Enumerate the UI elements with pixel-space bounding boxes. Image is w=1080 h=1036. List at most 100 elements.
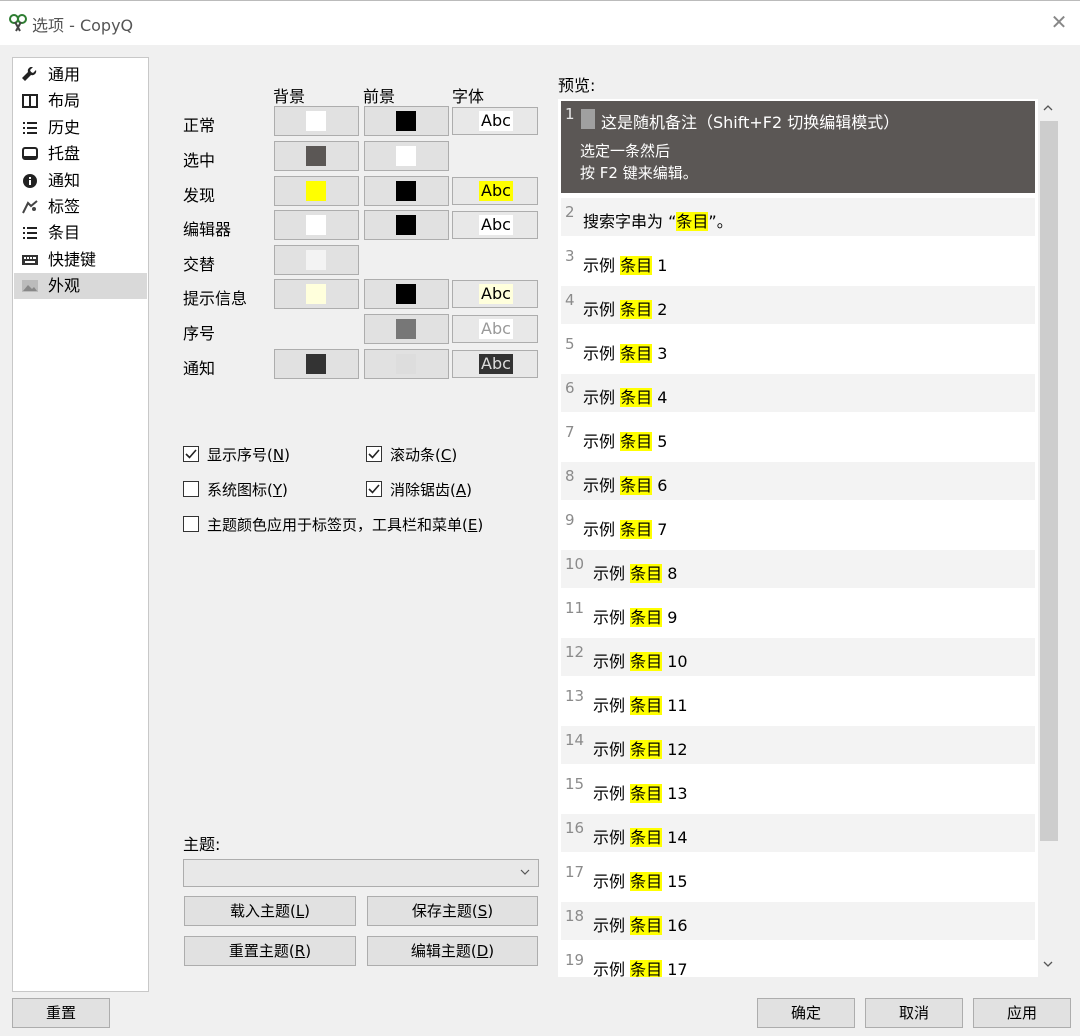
load-theme-button[interactable]: 载入主题(L) — [184, 896, 356, 926]
font-sample: Abc — [479, 215, 513, 235]
checkbox-label: 消除锯齿( — [390, 481, 456, 499]
item-text: 示例 条目 13 — [593, 780, 688, 804]
item-index: 16 — [667, 916, 688, 935]
font-button[interactable]: Abc — [452, 315, 538, 343]
background-color-button[interactable] — [274, 141, 359, 171]
font-button[interactable]: Abc — [452, 211, 538, 239]
text-prefix: 示例 — [593, 652, 626, 671]
font-button[interactable]: Abc — [452, 107, 538, 135]
item-number: 12 — [565, 643, 585, 661]
preview-selected-item[interactable]: 1 这是随机备注（Shift+F2 切换编辑模式） 选定一条然后 按 F2 键来… — [561, 101, 1035, 193]
mnemonic-key: S — [477, 902, 488, 920]
sidebar-item-notification[interactable]: 通知 — [14, 168, 147, 194]
sidebar-item-items[interactable]: 条目 — [14, 220, 147, 246]
foreground-color-button[interactable] — [364, 210, 449, 240]
font-button[interactable]: Abc — [452, 350, 538, 378]
color-swatch — [306, 250, 326, 270]
preview-list-item[interactable]: 10 示例 条目 8 — [561, 550, 1035, 588]
font-button[interactable]: Abc — [452, 280, 538, 308]
preview-list-item[interactable]: 4 示例 条目 2 — [561, 286, 1035, 324]
background-color-button[interactable] — [274, 245, 359, 275]
preview-list-item[interactable]: 13 示例 条目 11 — [561, 682, 1035, 720]
preview-list[interactable]: 1 这是随机备注（Shift+F2 切换编辑模式） 选定一条然后 按 F2 键来… — [558, 99, 1060, 977]
foreground-color-button[interactable] — [364, 349, 449, 379]
color-row-label: 交替 — [183, 255, 216, 274]
preview-scrollbar[interactable] — [1038, 99, 1060, 977]
item-text: 示例 条目 12 — [593, 736, 688, 760]
color-swatch — [306, 215, 326, 235]
list-icon — [23, 122, 37, 134]
column-header-foreground: 前景 — [363, 87, 396, 106]
preview-list-item[interactable]: 11 示例 条目 9 — [561, 594, 1035, 632]
checkbox-box[interactable] — [183, 446, 199, 462]
scrollbar-thumb[interactable] — [1040, 121, 1058, 841]
foreground-color-button[interactable] — [364, 141, 449, 171]
item-number: 14 — [565, 731, 585, 749]
item-index: 4 — [657, 388, 668, 407]
chevron-down-icon[interactable] — [1042, 959, 1054, 969]
theme-select[interactable] — [183, 859, 539, 887]
preview-list-item[interactable]: 5 示例 条目 3 — [561, 330, 1035, 368]
sidebar-item-label: 标签 — [48, 197, 81, 216]
text-suffix: ”。 — [708, 212, 733, 231]
sidebar-item-appearance[interactable]: 外观 — [14, 273, 147, 299]
sidebar-item-layout[interactable]: 布局 — [14, 88, 147, 114]
font-button[interactable]: Abc — [452, 177, 538, 205]
sidebar-item-label: 通知 — [48, 171, 81, 190]
close-icon[interactable]: ✕ — [1046, 9, 1072, 35]
preview-list-item[interactable]: 16 示例 条目 14 — [561, 814, 1035, 852]
preview-list-item[interactable]: 15 示例 条目 13 — [561, 770, 1035, 808]
item-number: 18 — [565, 907, 585, 925]
background-color-button[interactable] — [274, 210, 359, 240]
sidebar-item-tags[interactable]: 标签 — [14, 194, 147, 220]
edit-theme-button[interactable]: 编辑主题(D) — [367, 936, 538, 966]
theme-label: 主题: — [183, 835, 221, 854]
preview-list-item[interactable]: 19 示例 条目 17 — [561, 946, 1035, 977]
sidebar-item-shortcuts[interactable]: 快捷键 — [14, 247, 147, 273]
checkbox-box[interactable] — [366, 446, 382, 462]
checkbox-box[interactable] — [183, 481, 199, 497]
preview-list-item[interactable]: 9 示例 条目 7 — [561, 506, 1035, 544]
preview-list-item[interactable]: 14 示例 条目 12 — [561, 726, 1035, 764]
sidebar-item-general[interactable]: 通用 — [14, 62, 147, 88]
background-color-button[interactable] — [274, 106, 359, 136]
checkbox-box[interactable] — [366, 481, 382, 497]
preview-list-item[interactable]: 8 示例 条目 6 — [561, 462, 1035, 500]
preview-list-item[interactable]: 12 示例 条目 10 — [561, 638, 1035, 676]
ok-button[interactable]: 确定 — [757, 998, 855, 1028]
font-sample: Abc — [479, 284, 513, 304]
button-label: 编辑主题( — [410, 942, 477, 960]
foreground-color-button[interactable] — [364, 106, 449, 136]
item-text: 搜索字串为 “条目”。 — [583, 208, 733, 232]
chevron-up-icon[interactable] — [1042, 103, 1054, 113]
foreground-color-button[interactable] — [364, 314, 449, 344]
preview-list-item[interactable]: 3 示例 条目 1 — [561, 242, 1035, 280]
search-highlight: 条目 — [630, 828, 663, 847]
preview-search-item[interactable]: 2 搜索字串为 “条目”。 — [561, 198, 1035, 236]
checkbox-box[interactable] — [183, 516, 199, 532]
cancel-button[interactable]: 取消 — [865, 998, 963, 1028]
background-color-button[interactable] — [274, 176, 359, 206]
preview-list-item[interactable]: 17 示例 条目 15 — [561, 858, 1035, 896]
preview-list-item[interactable]: 6 示例 条目 4 — [561, 374, 1035, 412]
item-text: 示例 条目 7 — [583, 516, 667, 540]
background-color-button[interactable] — [274, 279, 359, 309]
item-number: 1 — [565, 105, 575, 123]
apply-button[interactable]: 应用 — [973, 998, 1071, 1028]
reset-theme-button[interactable]: 重置主题(R) — [184, 936, 356, 966]
save-theme-button[interactable]: 保存主题(S) — [367, 896, 538, 926]
item-index: 13 — [667, 784, 688, 803]
foreground-color-button[interactable] — [364, 279, 449, 309]
foreground-color-button[interactable] — [364, 176, 449, 206]
reset-button[interactable]: 重置 — [12, 998, 110, 1028]
font-sample: Abc — [479, 181, 513, 201]
preview-list-item[interactable]: 7 示例 条目 5 — [561, 418, 1035, 456]
background-color-button[interactable] — [274, 349, 359, 379]
search-highlight: 条目 — [620, 300, 653, 319]
item-text: 示例 条目 1 — [583, 252, 667, 276]
sidebar-item-history[interactable]: 历史 — [14, 115, 147, 141]
preview-list-item[interactable]: 18 示例 条目 16 — [561, 902, 1035, 940]
color-swatch — [306, 146, 326, 166]
sidebar-item-tray[interactable]: 托盘 — [14, 141, 147, 167]
color-swatch — [306, 284, 326, 304]
